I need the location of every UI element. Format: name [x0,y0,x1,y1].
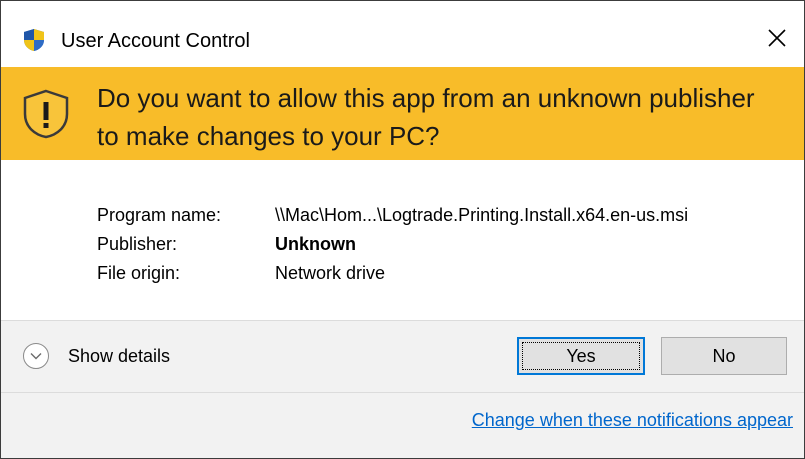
file-origin-label: File origin: [97,263,181,283]
no-button[interactable]: No [661,337,787,375]
title-bar[interactable]: User Account Control [1,1,804,67]
program-name-label: Program name: [97,205,222,225]
warning-shield-icon [23,89,69,139]
show-details-label[interactable]: Show details [68,346,170,367]
window-title: User Account Control [61,30,250,52]
no-button-label: No [712,345,736,366]
close-button[interactable] [750,15,804,61]
chevron-down-icon[interactable] [23,343,49,369]
notification-settings-link[interactable]: Change when these notifications appear [472,410,793,431]
publisher-value: Unknown [275,234,356,254]
program-name-row: Program name: \\Mac\Hom...\Logtrade.Prin… [97,201,688,230]
program-name-value: \\Mac\Hom...\Logtrade.Printing.Install.x… [275,205,689,225]
uac-question: Do you want to allow this app from an un… [97,83,755,151]
show-details-toggle[interactable]: Show details [23,343,170,369]
program-details: Program name: \\Mac\Hom...\Logtrade.Prin… [97,201,688,288]
footer-divider [1,392,804,393]
publisher-label: Publisher: [97,234,178,254]
file-origin-value: Network drive [275,263,386,283]
uac-dialog: User Account Control Do you want to allo… [0,0,805,459]
file-origin-row: File origin: Network drive [97,259,688,288]
focus-ring [522,342,640,370]
yes-button[interactable]: Yes [517,337,645,375]
uac-shield-icon [24,29,44,51]
dialog-footer: Show details Yes No Change when these no… [1,320,804,458]
close-icon [768,29,786,47]
warning-banner: Do you want to allow this app from an un… [1,67,804,160]
publisher-row: Publisher: Unknown [97,230,688,259]
